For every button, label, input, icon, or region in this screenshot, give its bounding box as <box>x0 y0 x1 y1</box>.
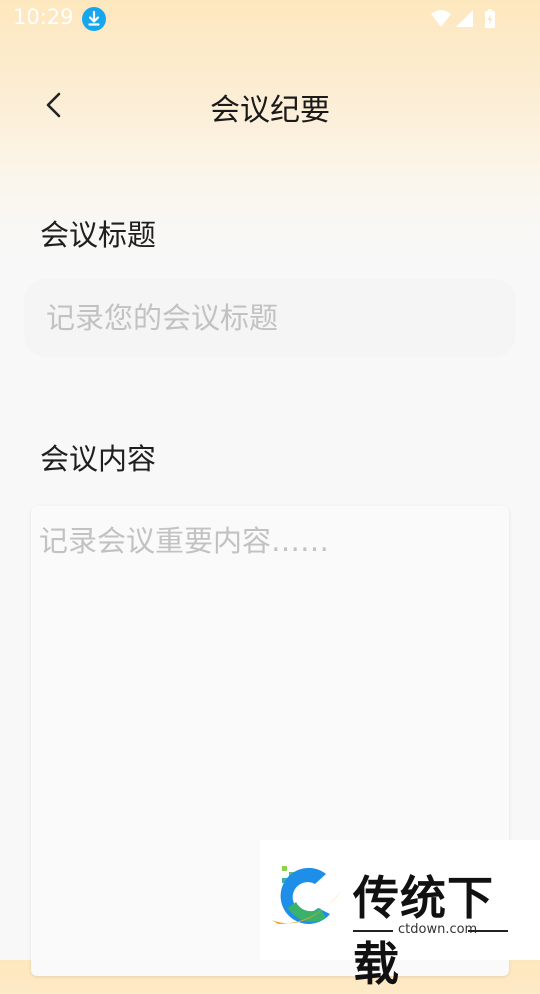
status-icons <box>430 8 500 30</box>
watermark-divider-left <box>353 930 393 932</box>
app-header: 会议纪要 <box>0 70 540 140</box>
signal-icon <box>456 10 473 27</box>
title-label: 会议标题 <box>40 218 157 252</box>
wifi-icon <box>431 10 451 27</box>
content-label: 会议内容 <box>40 442 157 476</box>
battery-icon <box>485 9 495 28</box>
page-title: 会议纪要 <box>210 93 330 128</box>
download-badge-icon <box>82 7 106 31</box>
status-bar: 10:29 <box>0 0 540 38</box>
watermark-url: ctdown.com <box>398 922 478 937</box>
watermark-divider-right <box>468 930 508 932</box>
ctdown-logo-icon <box>272 866 342 924</box>
status-time: 10:29 <box>13 5 74 29</box>
watermark: 传统下载 ctdown.com <box>260 840 540 991</box>
meeting-title-input[interactable] <box>24 279 516 357</box>
